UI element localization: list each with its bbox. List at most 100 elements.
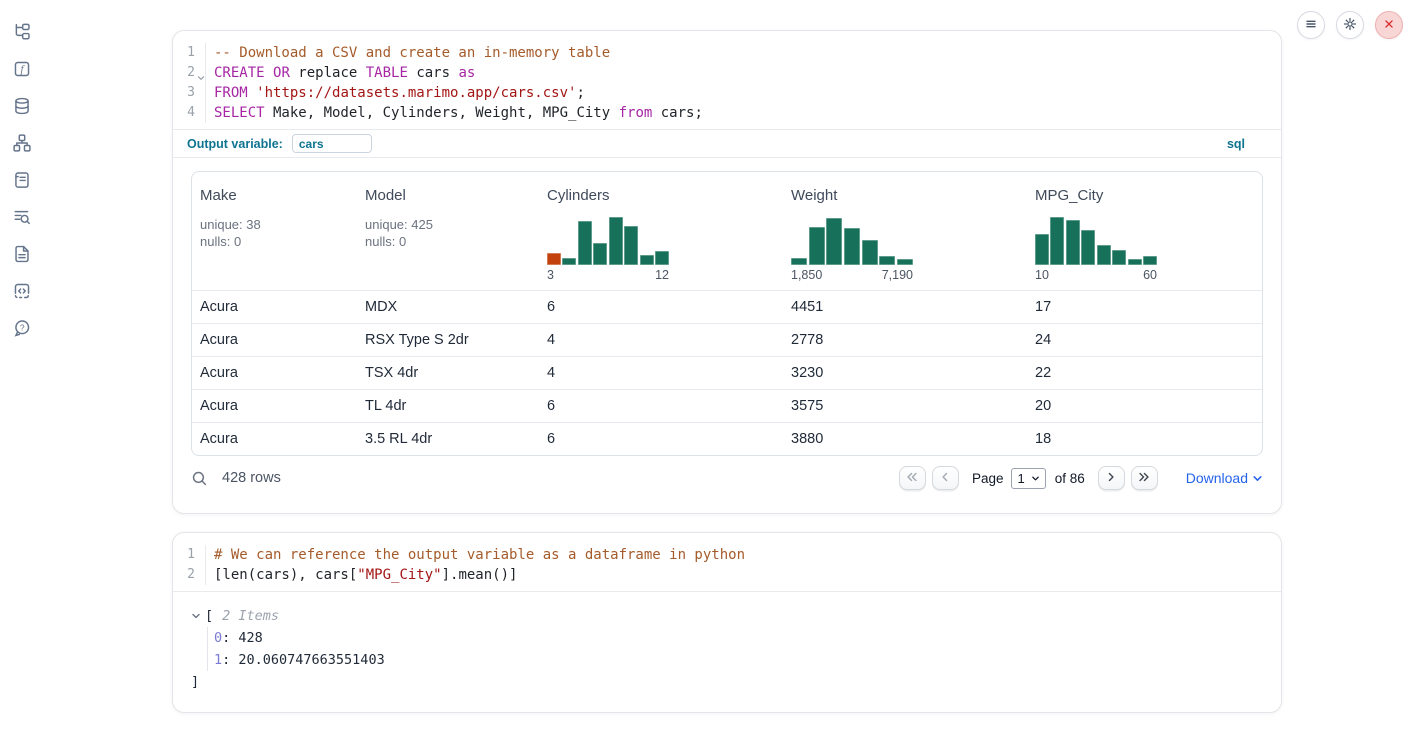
- sidebar-item-snippets[interactable]: [13, 282, 31, 300]
- download-button[interactable]: Download: [1186, 470, 1263, 486]
- sidebar-item-documentation[interactable]: [13, 245, 31, 263]
- sql-code-editor[interactable]: 1-- Download a CSV and create an in-memo…: [173, 31, 1281, 129]
- column-label: Cylinders: [547, 187, 773, 204]
- line-number: 2: [173, 63, 206, 83]
- first-page-button[interactable]: [899, 466, 926, 490]
- tree-root: [ 2 Items: [191, 605, 1265, 627]
- table-cell: 4: [539, 332, 783, 348]
- column-label: Model: [365, 187, 529, 204]
- column-stats: unique: 425nulls: 0: [365, 216, 529, 250]
- next-page-button[interactable]: [1098, 466, 1125, 490]
- code-text: SELECT Make, Model, Cylinders, Weight, M…: [206, 103, 703, 123]
- column-histogram: 1,8507,190: [791, 213, 913, 282]
- column-header[interactable]: Weight1,8507,190: [783, 172, 1027, 290]
- histogram-bar: [578, 221, 592, 265]
- histogram-bar: [1128, 259, 1142, 265]
- histogram-bar: [844, 228, 860, 265]
- snippets-icon: [13, 282, 31, 300]
- column-header[interactable]: Model unique: 425nulls: 0: [357, 172, 539, 290]
- stat-line: nulls: 0: [365, 233, 529, 250]
- sidebar-item-file-explorer[interactable]: [13, 23, 31, 41]
- column-header[interactable]: Cylinders 312: [539, 172, 783, 290]
- table-cell: TSX 4dr: [357, 365, 539, 381]
- histogram-bar: [897, 259, 913, 265]
- settings-icon: [1342, 16, 1358, 35]
- tree-item: 0: 428: [214, 627, 1265, 649]
- histogram-bar: [624, 226, 638, 265]
- svg-text:?: ?: [20, 322, 25, 332]
- histogram-bar: [791, 258, 807, 265]
- pagination: Page 1 of 86: [899, 466, 1158, 490]
- table-cell: Acura: [192, 365, 357, 381]
- page-select[interactable]: 1: [1011, 468, 1045, 489]
- sidebar-item-logs[interactable]: [13, 208, 31, 226]
- datasets-icon: [13, 97, 31, 115]
- code-text: # We can reference the output variable a…: [206, 545, 745, 565]
- file-explorer-icon: [13, 23, 31, 41]
- code-line: 1# We can reference the output variable …: [173, 545, 1281, 565]
- chevron-right-icon: [1104, 470, 1118, 487]
- sidebar-item-help[interactable]: ?: [13, 319, 31, 337]
- table-cell: 22: [1027, 365, 1262, 381]
- sidebar-item-scratchpad[interactable]: [13, 171, 31, 189]
- line-number: 2: [173, 565, 206, 585]
- table-cell: 18: [1027, 431, 1262, 447]
- items-count-label: 2 Items: [222, 605, 279, 627]
- column-header[interactable]: MPG_City1060: [1027, 172, 1262, 290]
- tree-item-value: : 428: [222, 630, 263, 646]
- language-badge[interactable]: sql: [1227, 137, 1245, 151]
- page-select-value: 1: [1017, 471, 1024, 486]
- histogram-bar: [879, 256, 895, 265]
- menu-button[interactable]: [1297, 11, 1325, 39]
- data-table: Makeunique: 38nulls: 0 Model unique: 425nu…: [191, 171, 1263, 456]
- previous-page-button[interactable]: [932, 466, 959, 490]
- table-cell: Acura: [192, 398, 357, 414]
- search-icon[interactable]: [191, 470, 208, 487]
- table-cell: 6: [539, 398, 783, 414]
- close-bracket: ]: [191, 671, 1265, 693]
- chevron-down-icon: [1252, 473, 1263, 484]
- sidebar-item-variables[interactable]: f: [13, 60, 31, 78]
- histogram-bar: [1066, 220, 1080, 265]
- histogram-bar: [655, 251, 669, 265]
- table-row[interactable]: AcuraRSX Type S 2dr4277824: [192, 323, 1262, 356]
- shutdown-button[interactable]: [1375, 11, 1403, 39]
- settings-button[interactable]: [1336, 11, 1364, 39]
- python-code-editor[interactable]: 1# We can reference the output variable …: [173, 533, 1281, 591]
- column-label: MPG_City: [1035, 187, 1252, 204]
- histogram-bar: [1050, 217, 1064, 265]
- stat-line: unique: 425: [365, 216, 529, 233]
- scratchpad-icon: [13, 171, 31, 189]
- code-text: FROM 'https://datasets.marimo.app/cars.c…: [206, 83, 585, 103]
- table-row[interactable]: AcuraTSX 4dr4323022: [192, 356, 1262, 389]
- output-variable-row: Output variable: sql: [173, 129, 1281, 158]
- svg-text:f: f: [21, 64, 26, 76]
- tree-item: 1: 20.060747663551403: [214, 649, 1265, 671]
- table-cell: Acura: [192, 332, 357, 348]
- column-header[interactable]: Makeunique: 38nulls: 0: [192, 172, 357, 290]
- histogram-bar: [1035, 234, 1049, 265]
- histogram-bars: [547, 213, 669, 265]
- collapse-chevron-icon[interactable]: [191, 611, 201, 621]
- table-row[interactable]: AcuraTL 4dr6357520: [192, 389, 1262, 422]
- chevrons-right-icon: [1137, 470, 1151, 487]
- table-cell: 6: [539, 431, 783, 447]
- histogram-axis: 1,8507,190: [791, 268, 913, 282]
- table-cell: 20: [1027, 398, 1262, 414]
- table-cell: 3575: [783, 398, 1027, 414]
- sidebar: f ?: [0, 0, 44, 729]
- table-header-row: Makeunique: 38nulls: 0 Model unique: 425nu…: [192, 172, 1262, 290]
- documentation-icon: [13, 245, 31, 263]
- histogram-bar: [1143, 256, 1157, 265]
- sidebar-item-datasets[interactable]: [13, 97, 31, 115]
- output-variable-input[interactable]: [292, 134, 372, 153]
- histogram-max-label: 60: [1143, 268, 1157, 282]
- last-page-button[interactable]: [1131, 466, 1158, 490]
- sidebar-item-dependency-graph[interactable]: [13, 134, 31, 152]
- stat-line: unique: 38: [200, 216, 347, 233]
- histogram-bars: [1035, 213, 1157, 265]
- menu-icon: [1303, 16, 1319, 35]
- table-row[interactable]: AcuraMDX6445117: [192, 290, 1262, 323]
- histogram-axis: 312: [547, 268, 669, 282]
- table-row[interactable]: Acura3.5 RL 4dr6388018: [192, 422, 1262, 455]
